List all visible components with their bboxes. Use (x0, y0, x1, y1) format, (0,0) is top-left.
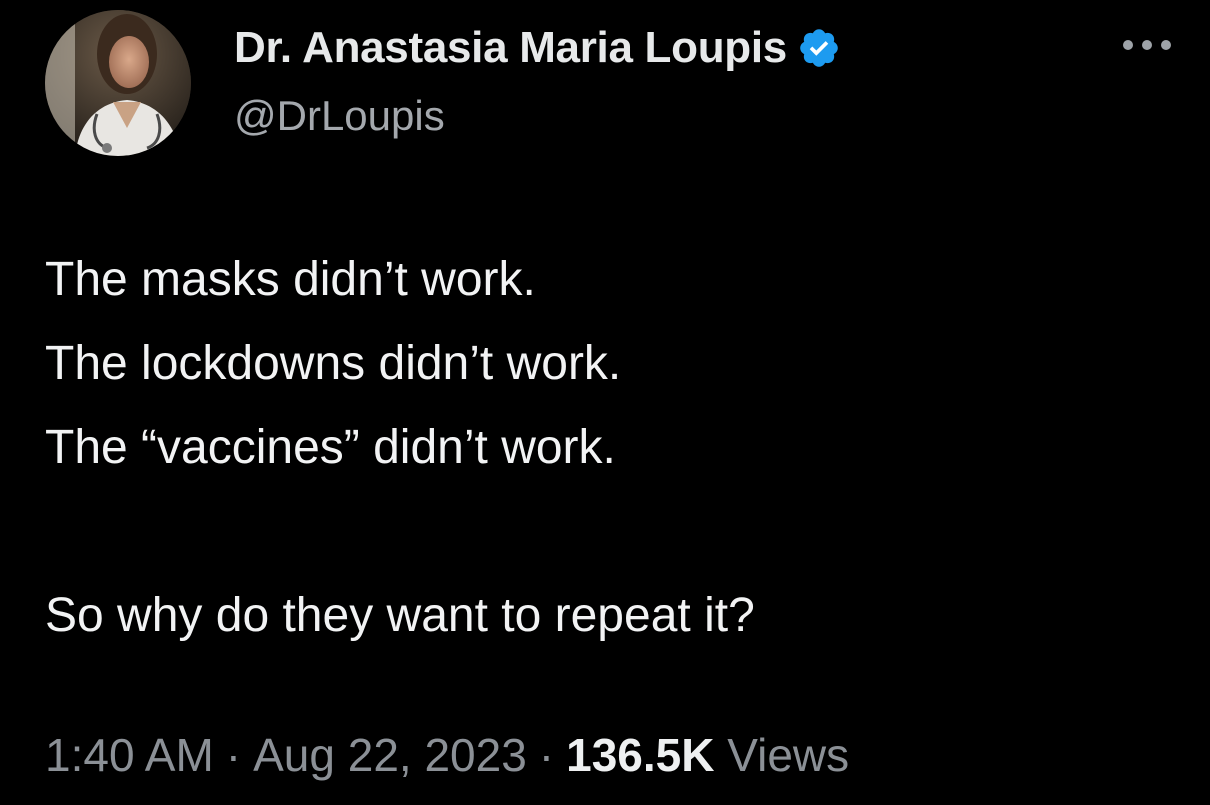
views-label[interactable]: Views (727, 729, 849, 781)
avatar-image (45, 10, 191, 156)
avatar[interactable] (45, 10, 191, 156)
more-dot (1161, 40, 1171, 50)
meta-separator: · (538, 729, 555, 781)
more-options-icon[interactable] (1112, 30, 1182, 60)
author-name-row[interactable]: Dr. Anastasia Maria Loupis (234, 18, 841, 78)
tweet-line: The lockdowns didn’t work. (45, 337, 622, 390)
display-name[interactable]: Dr. Anastasia Maria Loupis (234, 23, 787, 73)
tweet-text: The masks didn’t work. The lockdowns did… (45, 238, 1165, 658)
verified-badge-icon (797, 26, 841, 70)
tweet-meta: 1:40 AM · Aug 22, 2023 · 136.5K Views (45, 728, 849, 782)
tweet-line: So why do they want to repeat it? (45, 589, 755, 642)
tweet-time[interactable]: 1:40 AM (45, 729, 214, 781)
handle[interactable]: @DrLoupis (234, 92, 445, 140)
meta-separator: · (225, 729, 242, 781)
tweet-line: The masks didn’t work. (45, 253, 536, 306)
views-count[interactable]: 136.5K (566, 729, 714, 781)
tweet: Dr. Anastasia Maria Loupis @DrLoupis The… (0, 0, 1210, 805)
more-dot (1142, 40, 1152, 50)
tweet-line: The “vaccines” didn’t work. (45, 421, 616, 474)
tweet-date[interactable]: Aug 22, 2023 (253, 729, 527, 781)
more-dot (1123, 40, 1133, 50)
